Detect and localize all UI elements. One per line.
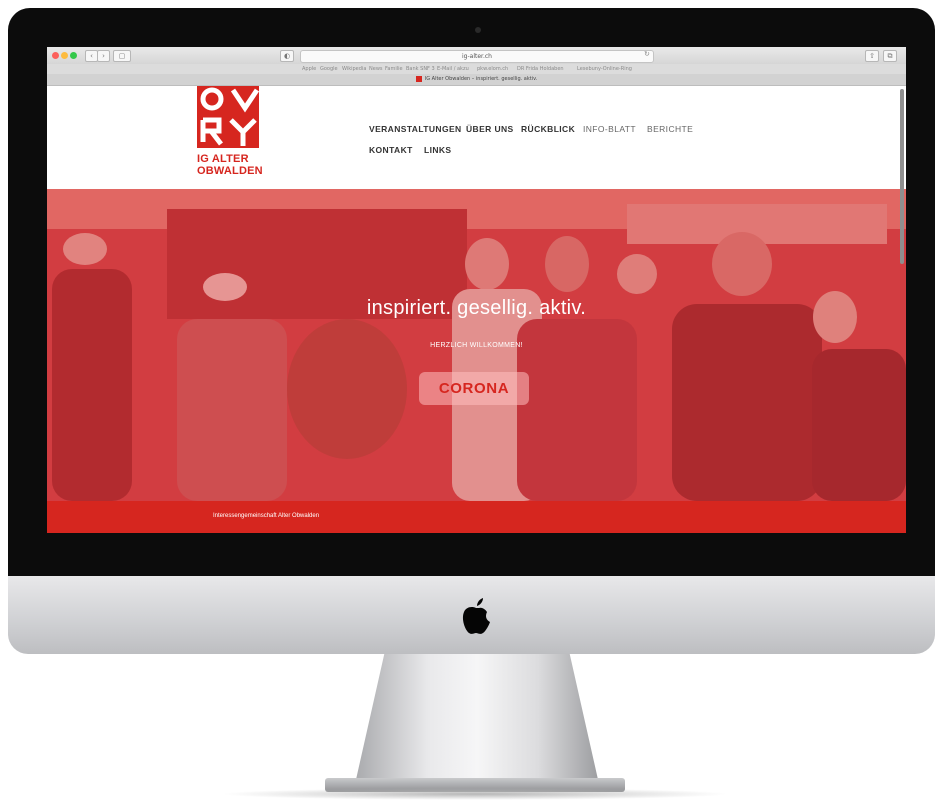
favorite-link[interactable]: Apple — [302, 64, 316, 74]
lock-icon[interactable]: ◐ — [280, 50, 294, 62]
screen: ‹ › ▢ ◐ ig-alter.ch ↻ ⇧ ⧉ Apple Google W… — [47, 47, 906, 533]
stand-shadow — [220, 788, 730, 800]
tabs-icon[interactable]: ⧉ — [883, 50, 897, 62]
nav-item-info-blatt[interactable]: INFO-BLATT — [583, 124, 636, 134]
logo-text-line1: IG ALTER — [197, 153, 249, 165]
nav-item-kontakt[interactable]: KONTAKT — [369, 145, 413, 155]
hero-title: inspiriert. gesellig. aktiv. — [366, 297, 587, 319]
favorite-link[interactable]: Wikipedia — [342, 64, 366, 74]
favorite-link[interactable]: pkw.elom.ch — [477, 64, 508, 74]
site-logo[interactable]: IG ALTER OBWALDEN — [197, 86, 267, 184]
hero-banner: inspiriert. gesellig. aktiv. HERZLICH WI… — [47, 189, 906, 501]
favorite-link[interactable]: Familie — [385, 64, 403, 74]
favorite-link[interactable]: Lesebuny-Online-Ring — [577, 64, 632, 74]
logo-mark-icon — [197, 86, 259, 148]
favorite-link[interactable]: Google — [320, 64, 338, 74]
nav-item-veranstaltungen[interactable]: VERANSTALTUNGEN — [369, 124, 462, 134]
sidebar-toggle-button[interactable]: ▢ — [113, 50, 131, 62]
browser-toolbar: ‹ › ▢ ◐ ig-alter.ch ↻ ⇧ ⧉ — [47, 47, 906, 64]
footer-text: Interessengemeinschaft Alter Obwalden — [213, 513, 320, 519]
close-window-button[interactable] — [52, 52, 59, 59]
nav-item-links[interactable]: LINKS — [424, 145, 452, 155]
imac-stand — [355, 654, 599, 784]
tab-title[interactable]: IG Alter Obwalden – inspiriert. gesellig… — [425, 76, 538, 82]
scrollbar[interactable] — [900, 89, 904, 264]
minimize-window-button[interactable] — [61, 52, 68, 59]
favorite-link[interactable]: Bank SNF 3 — [406, 64, 435, 74]
maximize-window-button[interactable] — [70, 52, 77, 59]
favorites-bar: Apple Google Wikipedia News Familie Bank… — [47, 64, 906, 74]
share-icon[interactable]: ⇧ — [865, 50, 879, 62]
reload-icon[interactable]: ↻ — [644, 50, 650, 58]
logo-text-line2: OBWALDEN — [197, 165, 263, 177]
forward-button[interactable]: › — [97, 50, 110, 62]
favorite-link[interactable]: DR Frida Holdaben — [517, 64, 564, 74]
favicon-icon — [415, 75, 422, 82]
footer-strip: Interessengemeinschaft Alter Obwalden — [47, 501, 906, 533]
nav-item-ueber-uns[interactable]: ÜBER UNS — [466, 124, 514, 134]
main-nav: VERANSTALTUNGEN ÜBER UNS RÜCKBLICK INFO-… — [369, 86, 789, 186]
camera-icon — [475, 27, 481, 33]
favorite-link[interactable]: E-Mail / akzu — [437, 64, 469, 74]
tab-bar: IG Alter Obwalden – inspiriert. gesellig… — [47, 74, 906, 86]
address-bar[interactable]: ig-alter.ch — [300, 50, 654, 63]
site-header: IG ALTER OBWALDEN VERANSTALTUNGEN ÜBER U… — [47, 86, 906, 189]
hero-subtitle: HERZLICH WILLKOMMEN! — [430, 342, 523, 349]
apple-logo-icon — [462, 598, 490, 634]
corona-button[interactable]: CORONA — [419, 372, 529, 405]
favorite-link[interactable]: News — [369, 64, 383, 74]
nav-item-berichte[interactable]: BERICHTE — [647, 124, 693, 134]
nav-item-rueckblick[interactable]: RÜCKBLICK — [521, 124, 575, 134]
